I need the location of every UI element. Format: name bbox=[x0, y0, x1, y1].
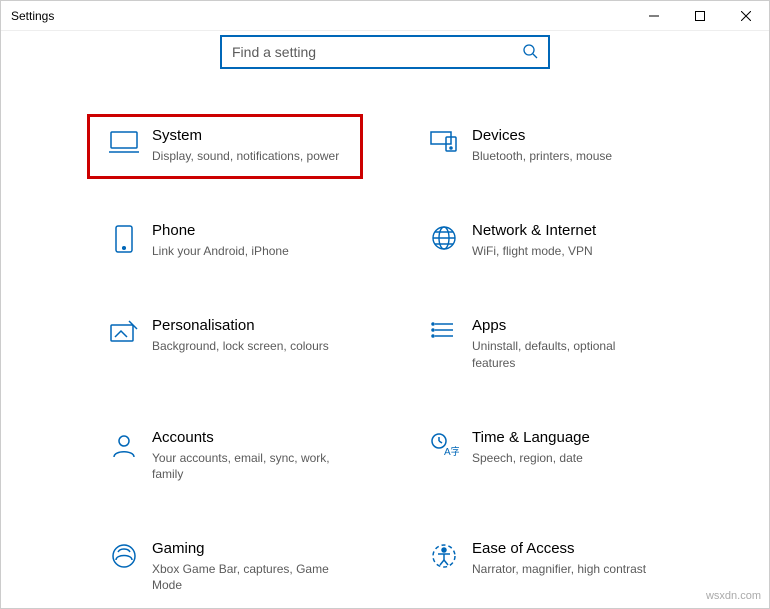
tile-title: Devices bbox=[472, 127, 668, 144]
globe-icon bbox=[422, 222, 466, 252]
tile-title: Gaming bbox=[152, 540, 348, 557]
tile-title: System bbox=[152, 127, 348, 144]
phone-icon bbox=[102, 222, 146, 254]
tile-desc: Narrator, magnifier, high contrast bbox=[472, 561, 662, 577]
maximize-button[interactable] bbox=[677, 1, 723, 31]
tile-accounts[interactable]: Accounts Your accounts, email, sync, wor… bbox=[90, 419, 360, 494]
tile-desc: Background, lock screen, colours bbox=[152, 338, 342, 354]
system-icon bbox=[102, 127, 146, 155]
tile-title: Network & Internet bbox=[472, 222, 668, 239]
tile-desc: Your accounts, email, sync, work, family bbox=[152, 450, 342, 482]
window-title: Settings bbox=[11, 9, 54, 23]
settings-grid: System Display, sound, notifications, po… bbox=[1, 117, 769, 606]
tile-title: Accounts bbox=[152, 429, 348, 446]
tile-personalisation[interactable]: Personalisation Background, lock screen,… bbox=[90, 307, 360, 382]
ease-icon bbox=[422, 540, 466, 570]
tile-ease-of-access[interactable]: Ease of Access Narrator, magnifier, high… bbox=[410, 530, 680, 605]
gaming-icon bbox=[102, 540, 146, 570]
tile-time-language[interactable]: A字 Time & Language Speech, region, date bbox=[410, 419, 680, 494]
tile-title: Phone bbox=[152, 222, 348, 239]
tile-desc: WiFi, flight mode, VPN bbox=[472, 243, 662, 259]
close-button[interactable] bbox=[723, 1, 769, 31]
content-area: System Display, sound, notifications, po… bbox=[1, 31, 769, 608]
tile-desc: Uninstall, defaults, optional features bbox=[472, 338, 662, 370]
tile-title: Time & Language bbox=[472, 429, 668, 446]
tile-system[interactable]: System Display, sound, notifications, po… bbox=[87, 114, 363, 179]
tile-title: Personalisation bbox=[152, 317, 348, 334]
tile-network[interactable]: Network & Internet WiFi, flight mode, VP… bbox=[410, 212, 680, 271]
tile-desc: Bluetooth, printers, mouse bbox=[472, 148, 662, 164]
search-input[interactable] bbox=[232, 44, 522, 60]
tile-phone[interactable]: Phone Link your Android, iPhone bbox=[90, 212, 360, 271]
tile-devices[interactable]: Devices Bluetooth, printers, mouse bbox=[410, 117, 680, 176]
paint-icon bbox=[102, 317, 146, 345]
window-controls bbox=[631, 1, 769, 30]
tile-gaming[interactable]: Gaming Xbox Game Bar, captures, Game Mod… bbox=[90, 530, 360, 605]
tile-apps[interactable]: Apps Uninstall, defaults, optional featu… bbox=[410, 307, 680, 382]
search-box[interactable] bbox=[220, 35, 550, 69]
minimize-button[interactable] bbox=[631, 1, 677, 31]
svg-text:A字: A字 bbox=[444, 445, 459, 458]
time-language-icon: A字 bbox=[422, 429, 466, 459]
tile-title: Apps bbox=[472, 317, 668, 334]
watermark: wsxdn.com bbox=[706, 590, 761, 602]
search-icon bbox=[522, 43, 538, 62]
tile-desc: Display, sound, notifications, power bbox=[152, 148, 342, 164]
tile-desc: Speech, region, date bbox=[472, 450, 662, 466]
tile-title: Ease of Access bbox=[472, 540, 668, 557]
titlebar: Settings bbox=[1, 1, 769, 31]
tile-desc: Link your Android, iPhone bbox=[152, 243, 342, 259]
tile-desc: Xbox Game Bar, captures, Game Mode bbox=[152, 561, 342, 593]
apps-icon bbox=[422, 317, 466, 345]
accounts-icon bbox=[102, 429, 146, 459]
devices-icon bbox=[422, 127, 466, 155]
